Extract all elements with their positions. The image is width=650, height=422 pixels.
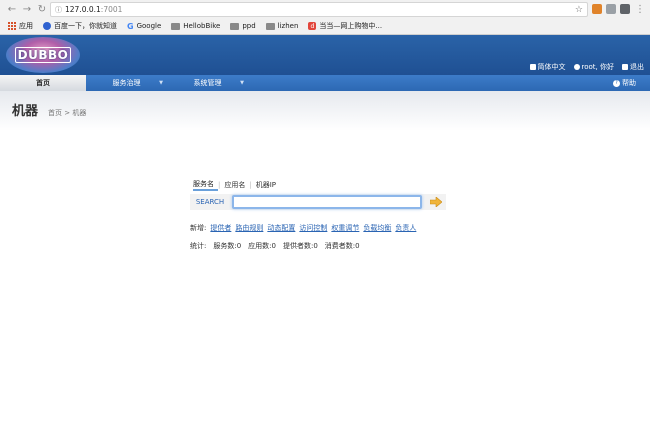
url-host: 127.0.0.1: [65, 5, 101, 14]
extension-icon[interactable]: [620, 4, 630, 14]
statistics: 统计: 服务数:0 应用数:0 提供者数:0 消费者数:0: [190, 241, 360, 251]
baidu-paw-icon: [43, 22, 51, 30]
info-icon[interactable]: ⓘ: [55, 5, 62, 15]
bookmark-label: HellobBike: [183, 22, 221, 30]
stats-label: 统计:: [190, 242, 207, 250]
tab-service-name[interactable]: 服务名: [193, 179, 218, 191]
forward-icon[interactable]: →: [21, 3, 33, 15]
logo-text: DUBBO: [14, 47, 72, 63]
bookmark-label: lizhen: [277, 22, 299, 30]
title-band: [0, 91, 650, 131]
help-icon: ?: [613, 79, 620, 87]
reload-icon[interactable]: ↻: [36, 3, 48, 15]
document-icon: [529, 64, 536, 70]
search-input[interactable]: [232, 195, 422, 209]
menu-item-home[interactable]: 首页: [0, 75, 86, 91]
add-route-link[interactable]: 路由规则: [235, 223, 263, 233]
language-label: 简体中文: [537, 63, 566, 71]
bookmark-label: 当当—网上购物中...: [319, 22, 383, 30]
bookmark-label: 百度一下，你就知道: [54, 22, 117, 30]
menu-item-service-governance[interactable]: 服务治理 ▼: [86, 75, 167, 91]
stat-service-count: 服务数:0: [213, 242, 242, 250]
menu-item-system-admin[interactable]: 系统管理 ▼: [167, 75, 248, 91]
add-owner-link[interactable]: 负责人: [395, 223, 416, 233]
browser-chrome: ← → ↻ ⓘ 127.0.0.1 :7001 ☆ ⋮ 应用 百度一下，你就知道…: [0, 0, 650, 35]
user-link[interactable]: root, 你好: [573, 62, 614, 72]
main-menu: 首页 服务治理 ▼ 系统管理 ▼ ? 帮助: [0, 75, 650, 91]
menu-item-label: 首页: [36, 79, 50, 87]
url-port: :7001: [100, 5, 123, 14]
bookmark-label: ppd: [242, 22, 256, 30]
logout-icon: [622, 64, 628, 70]
tab-machine-ip[interactable]: 机器IP: [252, 180, 280, 190]
user-label: root, 你好: [581, 63, 614, 71]
logout-link[interactable]: 退出: [622, 62, 644, 72]
add-access-control-link[interactable]: 访问控制: [299, 223, 327, 233]
search-type-tabs: 服务名 | 应用名 | 机器IP: [193, 179, 280, 191]
dubbo-logo[interactable]: DUBBO: [6, 37, 80, 73]
apps-grid-icon: [8, 22, 16, 30]
bookmark-ppd[interactable]: ppd: [230, 22, 256, 30]
google-g-icon: G: [127, 21, 134, 31]
dangdang-icon: d: [308, 22, 317, 30]
add-weight-link[interactable]: 权重调节: [331, 223, 359, 233]
add-dynamic-config-link[interactable]: 动态配置: [267, 223, 295, 233]
help-link[interactable]: ? 帮助: [613, 75, 636, 91]
menu-item-label: 服务治理: [112, 79, 141, 87]
header-links: 简体中文 root, 你好 退出: [529, 62, 644, 72]
folder-icon: [265, 22, 275, 30]
language-link[interactable]: 简体中文: [529, 62, 566, 72]
bookmark-star-icon[interactable]: ☆: [575, 5, 583, 15]
add-provider-link[interactable]: 提供者: [210, 223, 231, 233]
bookmark-google[interactable]: G Google: [127, 22, 161, 31]
tab-app-name[interactable]: 应用名: [220, 180, 249, 190]
page-title: 机器: [12, 104, 39, 119]
app-header: DUBBO 简体中文 root, 你好 退出: [0, 35, 650, 75]
bookmark-hellobike[interactable]: HellobBike: [171, 22, 220, 30]
browser-menu-icon[interactable]: ⋮: [634, 3, 646, 15]
user-icon: [573, 64, 580, 70]
back-icon[interactable]: ←: [6, 3, 18, 15]
bookmark-label: Google: [136, 22, 162, 30]
quick-add-label: 新增:: [190, 224, 207, 232]
search-go-button[interactable]: [430, 196, 442, 208]
bookmark-dangdang[interactable]: d 当当—网上购物中...: [308, 21, 382, 31]
logout-label: 退出: [630, 63, 644, 71]
extension-icon[interactable]: [592, 4, 602, 14]
bookmark-baidu[interactable]: 百度一下，你就知道: [43, 21, 117, 31]
menu-item-label: 系统管理: [193, 79, 222, 87]
help-label: 帮助: [622, 79, 636, 87]
folder-icon: [171, 22, 181, 30]
breadcrumb: 首页 > 机器: [48, 109, 87, 117]
stat-consumer-count: 消费者数:0: [324, 242, 360, 250]
bookmarks-bar: 应用 百度一下，你就知道 G Google HellobBike ppd liz…: [0, 18, 650, 34]
bookmark-label: 应用: [19, 22, 33, 30]
address-bar[interactable]: ⓘ 127.0.0.1 :7001 ☆: [50, 2, 588, 17]
quick-add-links: 新增: 提供者 路由规则 动态配置 访问控制 权重调节 负载均衡 负责人: [190, 223, 416, 233]
bookmark-apps[interactable]: 应用: [8, 21, 33, 31]
stat-app-count: 应用数:0: [248, 242, 276, 250]
search-bar: SEARCH: [190, 194, 446, 210]
chevron-down-icon: ▼: [240, 80, 244, 86]
chevron-down-icon: ▼: [159, 80, 163, 86]
folder-icon: [230, 22, 240, 30]
arrow-right-icon: [430, 197, 442, 207]
search-label: SEARCH: [195, 198, 225, 206]
add-load-balance-link[interactable]: 负载均衡: [363, 223, 391, 233]
bookmark-lizhen[interactable]: lizhen: [265, 22, 299, 30]
extension-icon[interactable]: [606, 4, 616, 14]
stat-provider-count: 提供者数:0: [282, 242, 318, 250]
